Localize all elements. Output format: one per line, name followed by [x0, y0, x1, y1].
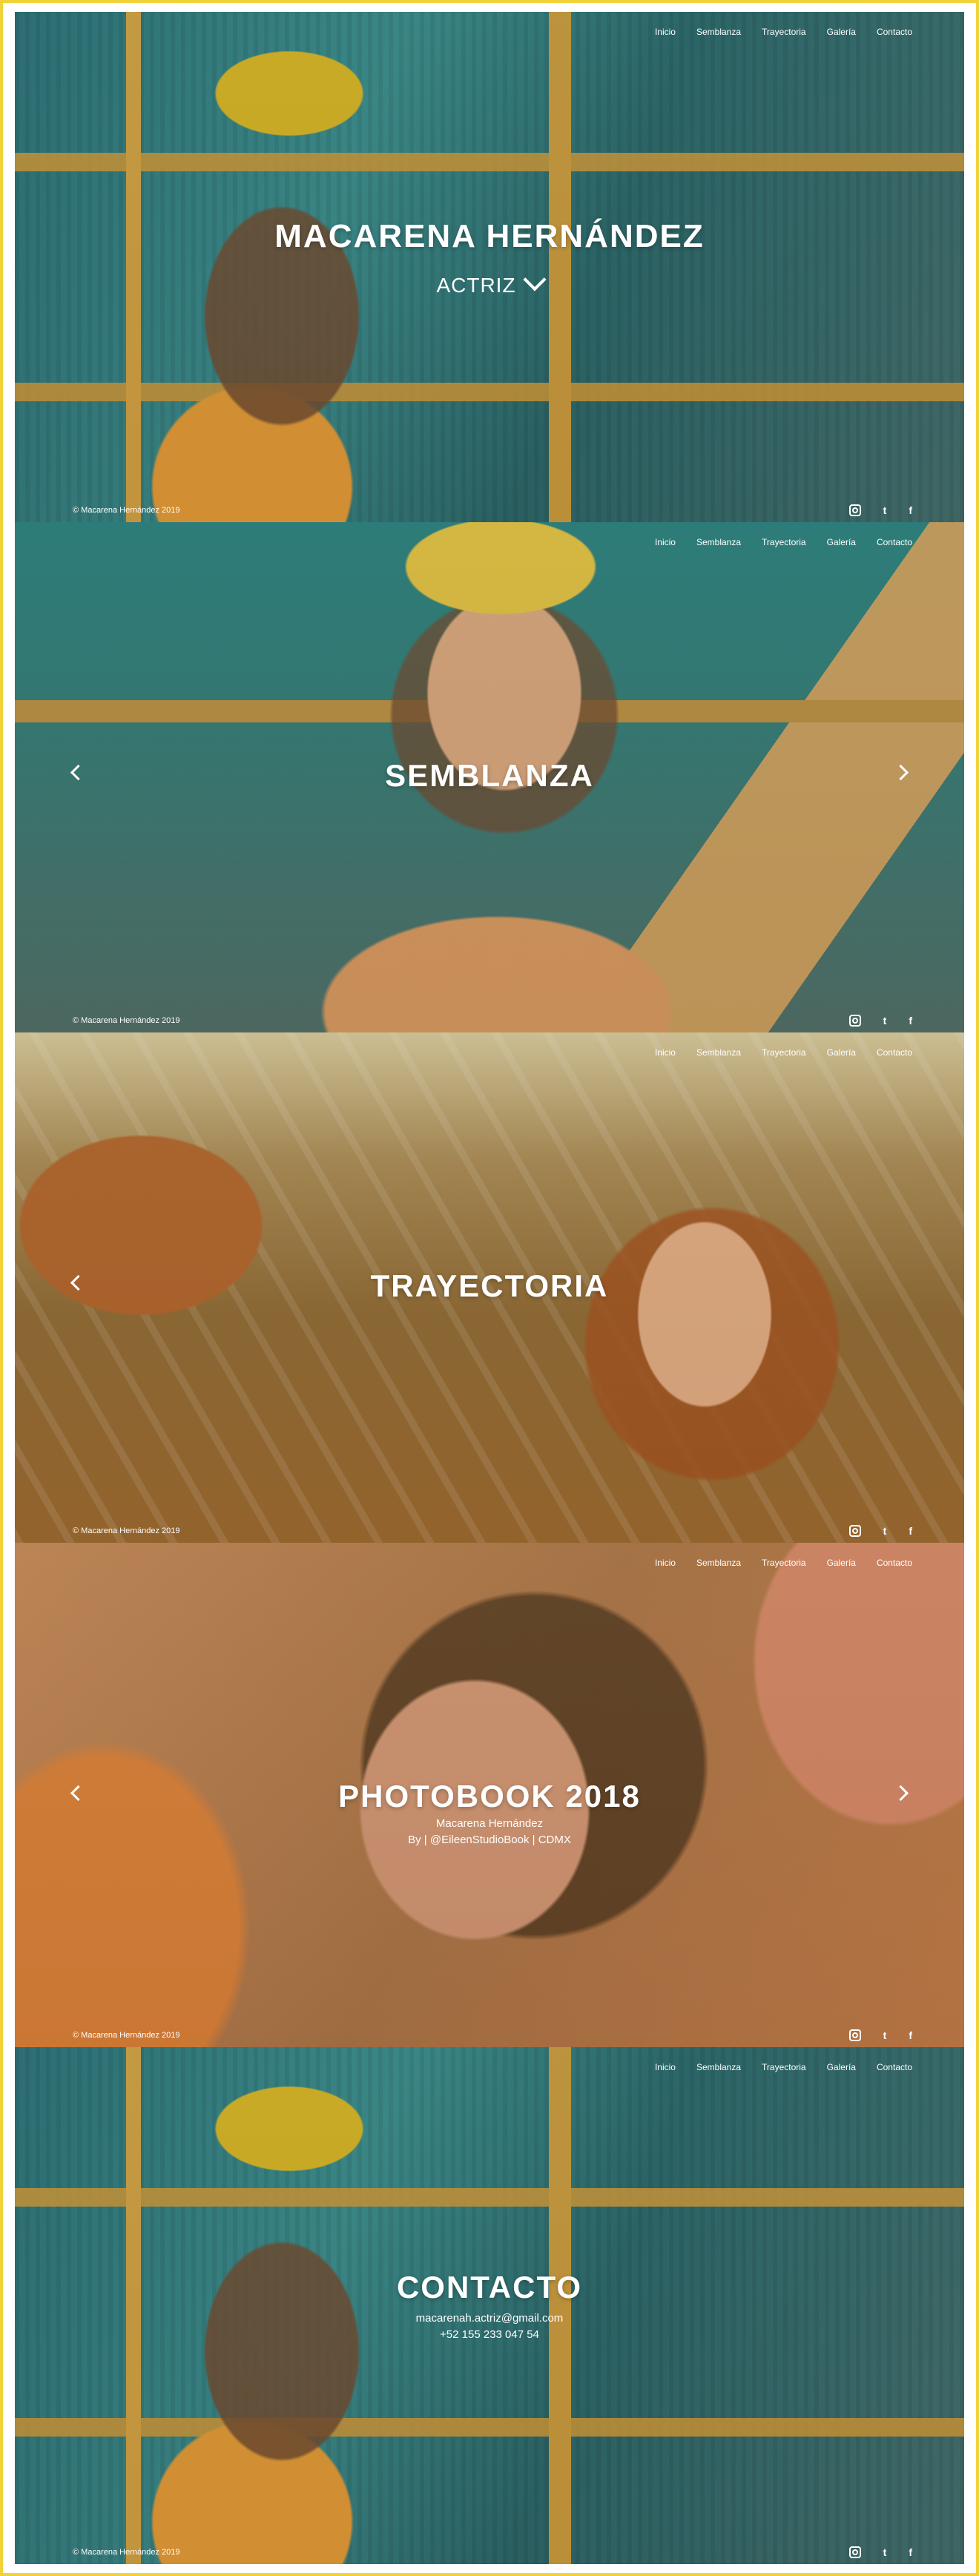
- nav-item-galeria[interactable]: Galería: [827, 27, 856, 37]
- photobook-credits: Macarena Hernández By | @EileenStudioBoo…: [15, 1816, 964, 1848]
- top-nav: Inicio Semblanza Trayectoria Galería Con…: [655, 2062, 912, 2072]
- hero-subtitle[interactable]: ACTRIZ: [15, 268, 964, 297]
- copyright: © Macarena Hernández 2019: [73, 1526, 180, 1535]
- semblanza-section: Inicio Semblanza Trayectoria Galería Con…: [15, 522, 964, 1032]
- top-nav: Inicio Semblanza Trayectoria Galería Con…: [655, 537, 912, 547]
- copyright: © Macarena Hernández 2019: [73, 2031, 180, 2040]
- facebook-icon[interactable]: f: [909, 2029, 912, 2041]
- social-links: t f: [848, 504, 912, 516]
- top-nav: Inicio Semblanza Trayectoria Galería Con…: [655, 1558, 912, 1568]
- nav-item-galeria[interactable]: Galería: [827, 1558, 856, 1568]
- section-title: CONTACTO: [396, 2270, 583, 2305]
- nav-item-inicio[interactable]: Inicio: [655, 537, 676, 547]
- instagram-icon[interactable]: [848, 1525, 861, 1537]
- galeria-section: Inicio Semblanza Trayectoria Galería Con…: [15, 1543, 964, 2047]
- nav-item-trayectoria[interactable]: Trayectoria: [762, 2062, 806, 2072]
- nav-item-inicio[interactable]: Inicio: [655, 1558, 676, 1568]
- social-links: t f: [848, 1525, 912, 1537]
- hero-subtitle-text: ACTRIZ: [436, 274, 516, 297]
- facebook-icon[interactable]: f: [909, 1525, 912, 1537]
- contact-phone[interactable]: +52 155 233 047 54: [15, 2327, 964, 2343]
- nav-item-contacto[interactable]: Contacto: [877, 1047, 912, 1058]
- hero-section: Inicio Semblanza Trayectoria Galería Con…: [15, 12, 964, 522]
- hero-title: MACARENA HERNÁNDEZ: [274, 218, 705, 254]
- section-title: PHOTOBOOK 2018: [338, 1779, 641, 1814]
- trayectoria-section: Inicio Semblanza Trayectoria Galería Con…: [15, 1032, 964, 1543]
- nav-item-inicio[interactable]: Inicio: [655, 2062, 676, 2072]
- section-title: TRAYECTORIA: [370, 1268, 609, 1303]
- nav-item-contacto[interactable]: Contacto: [877, 537, 912, 547]
- nav-item-inicio[interactable]: Inicio: [655, 1047, 676, 1058]
- contact-email[interactable]: macarenah.actriz@gmail.com: [15, 2310, 964, 2327]
- nav-item-contacto[interactable]: Contacto: [877, 1558, 912, 1568]
- twitter-icon[interactable]: t: [883, 1015, 887, 1027]
- nav-item-contacto[interactable]: Contacto: [877, 27, 912, 37]
- nav-item-semblanza[interactable]: Semblanza: [696, 27, 741, 37]
- photobook-credit-studio: By | @EileenStudioBook | CDMX: [408, 1834, 571, 1846]
- top-nav: Inicio Semblanza Trayectoria Galería Con…: [655, 27, 912, 37]
- facebook-icon[interactable]: f: [909, 504, 912, 516]
- social-links: t f: [848, 2029, 912, 2041]
- nav-item-galeria[interactable]: Galería: [827, 1047, 856, 1058]
- nav-item-contacto[interactable]: Contacto: [877, 2062, 912, 2072]
- instagram-icon[interactable]: [848, 504, 861, 516]
- copyright: © Macarena Hernández 2019: [73, 2548, 180, 2557]
- nav-item-trayectoria[interactable]: Trayectoria: [762, 1558, 806, 1568]
- social-links: t f: [848, 1015, 912, 1027]
- nav-item-trayectoria[interactable]: Trayectoria: [762, 1047, 806, 1058]
- contact-details: macarenah.actriz@gmail.com +52 155 233 0…: [15, 2310, 964, 2343]
- nav-item-semblanza[interactable]: Semblanza: [696, 537, 741, 547]
- instagram-icon[interactable]: [848, 1015, 861, 1027]
- twitter-icon[interactable]: t: [883, 1525, 887, 1537]
- instagram-icon[interactable]: [848, 2546, 861, 2558]
- facebook-icon[interactable]: f: [909, 1015, 912, 1027]
- instagram-icon[interactable]: [848, 2029, 861, 2041]
- nav-item-semblanza[interactable]: Semblanza: [696, 1558, 741, 1568]
- nav-item-galeria[interactable]: Galería: [827, 2062, 856, 2072]
- twitter-icon[interactable]: t: [883, 504, 887, 516]
- nav-item-semblanza[interactable]: Semblanza: [696, 1047, 741, 1058]
- facebook-icon[interactable]: f: [909, 2546, 912, 2558]
- twitter-icon[interactable]: t: [883, 2546, 887, 2558]
- nav-item-trayectoria[interactable]: Trayectoria: [762, 27, 806, 37]
- nav-item-semblanza[interactable]: Semblanza: [696, 2062, 741, 2072]
- photobook-credit-name: Macarena Hernández: [435, 1817, 544, 1830]
- contacto-section: Inicio Semblanza Trayectoria Galería Con…: [15, 2047, 964, 2564]
- section-title: SEMBLANZA: [385, 758, 594, 793]
- social-links: t f: [848, 2546, 912, 2558]
- twitter-icon[interactable]: t: [883, 2029, 887, 2041]
- copyright: © Macarena Hernández 2019: [73, 1016, 180, 1025]
- nav-item-galeria[interactable]: Galería: [827, 537, 856, 547]
- nav-item-inicio[interactable]: Inicio: [655, 27, 676, 37]
- copyright: © Macarena Hernández 2019: [73, 506, 180, 515]
- nav-item-trayectoria[interactable]: Trayectoria: [762, 537, 806, 547]
- top-nav: Inicio Semblanza Trayectoria Galería Con…: [655, 1047, 912, 1058]
